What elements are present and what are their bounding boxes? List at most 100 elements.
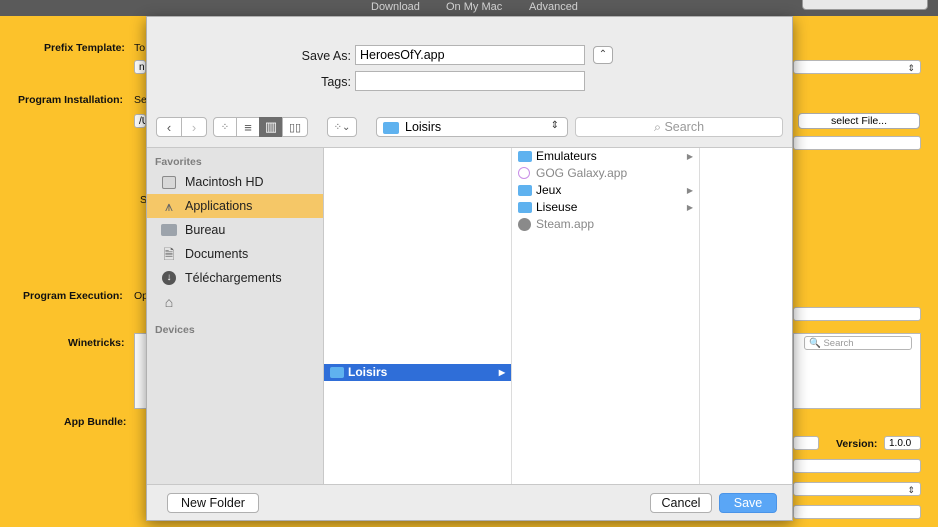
bundle-id-field[interactable] xyxy=(793,459,921,473)
select-file-button[interactable]: select File... xyxy=(798,113,920,129)
sidebar-item-label: Téléchargements xyxy=(185,271,282,285)
save-as-label: Save As: xyxy=(301,49,351,63)
save-as-field[interactable]: HeroesOfY.app xyxy=(355,45,585,65)
updown-icon: ⇕ xyxy=(907,63,915,73)
sidebar-item-telechargements[interactable]: ↓ Téléchargements xyxy=(147,266,323,290)
list-item-label: Steam.app xyxy=(536,217,595,231)
list-item-steam[interactable]: Steam.app xyxy=(512,216,699,233)
winetricks-list[interactable]: 🔍 Search xyxy=(793,333,921,409)
new-folder-button[interactable]: New Folder xyxy=(167,493,259,513)
sidebar-item-bureau[interactable]: Bureau xyxy=(147,218,323,242)
column-1: Loisirs ▶ xyxy=(324,148,512,484)
bundle-icon-field[interactable] xyxy=(793,505,921,519)
sidebar-item-label: Documents xyxy=(185,247,249,261)
list-item-jeux[interactable]: Jeux ▶ xyxy=(512,182,699,199)
top-toolbar: Download On My Mac Advanced xyxy=(0,0,938,16)
program-execution-label: Program Execution: xyxy=(23,290,123,302)
sidebar-item-macintosh-hd[interactable]: Macintosh HD xyxy=(147,170,323,194)
applications-icon: ⩚ xyxy=(165,198,173,214)
save-dialog: Save As: HeroesOfY.app ⌃ Tags: ‹ › ⁘ ≡ ▥… xyxy=(146,16,793,521)
install-path-field[interactable]: /U xyxy=(134,114,146,128)
documents-icon: 🗎 xyxy=(163,246,175,262)
install-args-field[interactable] xyxy=(793,136,921,150)
program-installation-label: Program Installation: xyxy=(18,94,124,106)
list-item-gog-galaxy[interactable]: GOG Galaxy.app xyxy=(512,165,699,182)
icon-view-button[interactable]: ⁘ xyxy=(213,117,237,137)
desktop-folder-icon xyxy=(161,224,177,236)
list-item-label: Jeux xyxy=(536,183,562,197)
tab-advanced[interactable]: Advanced xyxy=(529,1,578,13)
disclosure-triangle-icon: ▶ xyxy=(686,152,693,161)
version-field[interactable]: 1.0.0 xyxy=(884,436,921,450)
location-popup-label: Loisirs xyxy=(405,120,442,134)
cancel-button[interactable]: Cancel xyxy=(650,493,712,513)
coverflow-view-button[interactable]: ▯▯ xyxy=(282,117,308,137)
file-browser: Favorites Macintosh HD ⩚ Applications Bu… xyxy=(147,147,792,485)
favorites-header: Favorites xyxy=(155,156,202,168)
list-item-label: Emulateurs xyxy=(536,149,597,163)
tags-label: Tags: xyxy=(321,75,351,89)
updown-icon: ⇕ xyxy=(907,485,915,495)
sidebar-item-label: Bureau xyxy=(185,223,226,237)
prefix-template-dropdown[interactable]: ⇕ xyxy=(793,60,921,74)
execution-field[interactable] xyxy=(793,307,921,321)
back-button[interactable]: ‹ xyxy=(156,117,182,137)
tab-download[interactable]: Download xyxy=(371,1,420,13)
home-icon: ⌂ xyxy=(164,294,174,310)
downloads-icon: ↓ xyxy=(162,271,176,285)
hard-drive-icon xyxy=(162,176,176,189)
prefix-template-label: Prefix Template: xyxy=(44,42,125,54)
grid-icon: ⁘ xyxy=(220,121,230,133)
disclosure-triangle-icon: ▶ xyxy=(686,186,693,195)
bundle-dropdown[interactable]: ⇕ xyxy=(793,482,921,496)
sidebar-item-label: Applications xyxy=(185,199,253,213)
updown-icon: ⇕ xyxy=(550,120,559,131)
folder-icon xyxy=(383,122,399,134)
gog-galaxy-app-icon xyxy=(518,167,530,179)
folder-icon xyxy=(518,202,532,213)
winetricks-search[interactable]: 🔍 Search xyxy=(804,336,912,350)
list-view-button[interactable]: ≡ xyxy=(236,117,260,137)
search-field[interactable]: ⌕ Search xyxy=(575,117,783,137)
app-bundle-label: App Bundle: xyxy=(64,416,127,428)
sidebar-item-label: Macintosh HD xyxy=(185,175,264,189)
search-icon: ⌕ xyxy=(653,120,661,134)
sidebar-item-home[interactable]: ⌂ xyxy=(147,290,323,314)
devices-header: Devices xyxy=(155,324,195,336)
list-item-liseuse[interactable]: Liseuse ▶ xyxy=(512,199,699,216)
list-item-label: Loisirs xyxy=(348,365,388,379)
program-installation-text: Se xyxy=(134,94,147,106)
folder-icon xyxy=(330,367,344,378)
disclosure-triangle-icon: ▶ xyxy=(498,368,505,377)
sidebar: Favorites Macintosh HD ⩚ Applications Bu… xyxy=(147,148,324,484)
chevron-up-icon: ⌃ xyxy=(598,49,608,60)
toolbar-search-field[interactable] xyxy=(802,0,928,10)
sidebar-item-applications[interactable]: ⩚ Applications xyxy=(147,194,323,218)
tab-on-my-mac[interactable]: On My Mac xyxy=(446,1,502,13)
steam-app-icon xyxy=(518,218,531,231)
save-button[interactable]: Save xyxy=(719,493,777,513)
version-label: Version: xyxy=(836,438,878,450)
list-item-label: Liseuse xyxy=(536,200,578,214)
sidebar-item-documents[interactable]: 🗎 Documents xyxy=(147,242,323,266)
prefix-template-dropdown-left[interactable]: n xyxy=(134,60,146,74)
column-view-button[interactable]: ▥ xyxy=(259,117,283,137)
location-popup[interactable]: Loisirs ⇕ xyxy=(376,117,568,137)
folder-icon xyxy=(518,151,532,162)
chevron-left-icon: ‹ xyxy=(166,119,172,135)
forward-button[interactable]: › xyxy=(181,117,207,137)
prefix-template-text: To xyxy=(134,42,146,54)
disclosure-triangle-icon: ▶ xyxy=(686,203,693,212)
folder-icon xyxy=(518,185,532,196)
list-icon: ≡ xyxy=(244,119,252,135)
coverflow-icon: ▯▯ xyxy=(288,121,302,134)
list-item-emulateurs[interactable]: Emulateurs ▶ xyxy=(512,148,699,165)
column-2: Emulateurs ▶ GOG Galaxy.app Jeux ▶ Liseu… xyxy=(512,148,700,484)
disclosure-button[interactable]: ⌃ xyxy=(593,46,613,64)
tags-field[interactable] xyxy=(355,71,585,91)
column-3 xyxy=(700,148,792,484)
arrange-button[interactable]: ⁘⌄ xyxy=(327,117,357,137)
search-placeholder: Search xyxy=(664,120,705,134)
bundle-name-field[interactable] xyxy=(793,436,819,450)
list-item-loisirs[interactable]: Loisirs ▶ xyxy=(324,364,511,381)
